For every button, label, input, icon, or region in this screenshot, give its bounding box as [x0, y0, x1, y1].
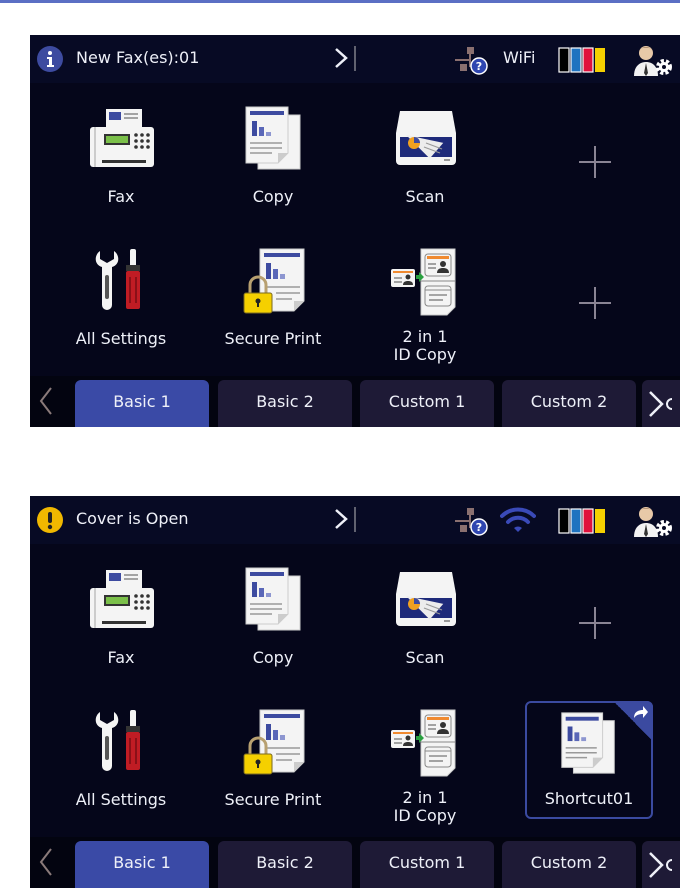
shortcut01-label: Shortcut01 — [544, 789, 634, 808]
copy-tile[interactable]: Copy — [208, 93, 338, 223]
shortcut-arrow-icon — [634, 706, 648, 718]
status-expand-arrow-icon[interactable] — [330, 504, 360, 534]
settings-tools-icon — [95, 710, 140, 771]
copy-label: Copy — [252, 187, 294, 206]
tab-custom-2[interactable]: Custom 2 — [502, 380, 636, 427]
tab-custom-1[interactable]: Custom 1 — [360, 380, 494, 427]
secure-print-icon — [243, 248, 305, 314]
tab-bar: Basic 1 Basic 2 Custom 1 Custom 2 — [30, 837, 680, 888]
tab-custom-2[interactable]: Custom 2 — [502, 841, 636, 888]
chevron-right-icon — [649, 391, 673, 417]
ink-levels-icon[interactable] — [558, 47, 606, 73]
fax-label: Fax — [107, 648, 135, 667]
scan-icon — [396, 111, 456, 165]
wifi-status-label[interactable]: WiFi — [503, 48, 535, 67]
id-copy-label-line1: 2 in 1 — [402, 327, 448, 346]
wired-network-unknown-icon[interactable]: ? — [453, 506, 489, 536]
status-message[interactable]: Cover is Open — [76, 509, 189, 528]
svg-text:?: ? — [476, 60, 482, 73]
fax-icon — [90, 570, 154, 628]
tab-custom-1[interactable]: Custom 1 — [360, 841, 494, 888]
scan-label: Scan — [405, 187, 445, 206]
wired-network-unknown-icon[interactable]: ? — [453, 45, 489, 75]
all-settings-tile[interactable]: All Settings — [56, 235, 186, 365]
tab-next-button[interactable] — [642, 841, 680, 888]
scan-tile[interactable]: Scan — [360, 554, 490, 684]
id-copy-icon — [391, 709, 456, 777]
chevron-left-icon — [39, 848, 52, 876]
id-copy-label-line2: ID Copy — [393, 345, 457, 364]
printer-home-screen-1: New Fax(es):01 ? WiFi Fax Copy Scan All … — [30, 35, 680, 427]
copy-label: Copy — [252, 648, 294, 667]
add-shortcut-icon[interactable] — [575, 283, 615, 323]
scan-label: Scan — [405, 648, 445, 667]
all-settings-label: All Settings — [75, 329, 167, 348]
ink-levels-icon[interactable] — [558, 508, 606, 534]
tab-prev-button[interactable] — [30, 837, 72, 888]
fax-tile[interactable]: Fax — [56, 93, 186, 223]
secure-print-tile[interactable]: Secure Print — [208, 235, 338, 365]
scan-tile[interactable]: Scan — [360, 93, 490, 223]
copy-tile[interactable]: Copy — [208, 554, 338, 684]
chevron-left-icon — [39, 387, 52, 415]
warning-icon[interactable] — [37, 507, 63, 533]
status-expand-arrow-icon[interactable] — [330, 43, 360, 73]
secure-print-label: Secure Print — [224, 790, 322, 809]
svg-text:?: ? — [476, 521, 482, 534]
all-settings-tile[interactable]: All Settings — [56, 696, 186, 826]
top-divider — [0, 0, 680, 3]
info-icon[interactable] — [37, 46, 63, 72]
tab-basic-2[interactable]: Basic 2 — [218, 841, 352, 888]
settings-tools-icon — [95, 249, 140, 310]
add-shortcut-icon[interactable] — [575, 142, 615, 182]
shortcut-copy-icon — [561, 712, 615, 774]
id-copy-tile[interactable]: 2 in 1 ID Copy — [360, 696, 490, 826]
fax-tile[interactable]: Fax — [56, 554, 186, 684]
tab-bar: Basic 1 Basic 2 Custom 1 Custom 2 — [30, 376, 680, 427]
secure-print-label: Secure Print — [224, 329, 322, 348]
tab-basic-1[interactable]: Basic 1 — [75, 841, 209, 888]
tab-basic-2[interactable]: Basic 2 — [218, 380, 352, 427]
all-settings-label: All Settings — [75, 790, 167, 809]
secure-print-tile[interactable]: Secure Print — [208, 696, 338, 826]
chevron-right-icon — [649, 852, 673, 878]
fax-label: Fax — [107, 187, 135, 206]
shortcut01-tile[interactable]: Shortcut01 — [525, 701, 653, 819]
tab-prev-button[interactable] — [30, 376, 72, 427]
id-copy-label-line2: ID Copy — [393, 806, 457, 825]
add-shortcut-icon[interactable] — [575, 603, 615, 643]
wifi-signal-icon[interactable] — [500, 506, 536, 534]
status-bar: New Fax(es):01 ? WiFi — [30, 35, 680, 83]
secure-print-icon — [243, 709, 305, 775]
tab-basic-1[interactable]: Basic 1 — [75, 380, 209, 427]
id-copy-tile[interactable]: 2 in 1 ID Copy — [360, 235, 490, 365]
admin-settings-icon[interactable] — [630, 504, 674, 538]
status-message[interactable]: New Fax(es):01 — [76, 48, 199, 67]
status-bar: Cover is Open ? — [30, 496, 680, 544]
scan-icon — [396, 572, 456, 626]
id-copy-label-line1: 2 in 1 — [402, 788, 448, 807]
fax-icon — [90, 109, 154, 167]
copy-icon — [245, 106, 301, 170]
id-copy-icon — [391, 248, 456, 316]
printer-home-screen-2: Cover is Open ? Fax Copy Scan All Settin… — [30, 496, 680, 888]
admin-settings-icon[interactable] — [630, 43, 674, 77]
copy-icon — [245, 567, 301, 631]
tab-next-button[interactable] — [642, 380, 680, 427]
